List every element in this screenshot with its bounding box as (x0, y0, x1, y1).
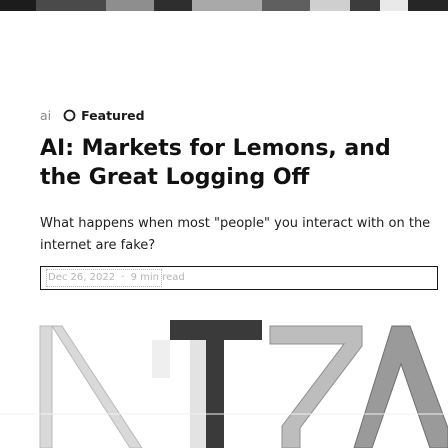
post-meta-frame: Dec 26, 2022 · 9 min read (40, 266, 438, 290)
featured-label: Featured (81, 108, 145, 123)
cover-image-art (0, 0, 448, 14)
post-subtitle: What happens when most "people" you inte… (40, 216, 431, 253)
cover-image-strip (0, 0, 448, 14)
post-tags: ai Featured (40, 108, 145, 123)
featured-badge: Featured (63, 108, 145, 123)
post-date: Dec 26, 2022 (48, 272, 116, 283)
hero-illustration (0, 318, 448, 448)
read-time: 9 min read (130, 272, 185, 283)
post-meta: Dec 26, 2022 · 9 min read (46, 269, 185, 287)
star-outline-icon (63, 109, 76, 122)
hero-illustration-art (0, 318, 448, 448)
post-title[interactable]: AI: Markets for Lemons, and the Great Lo… (40, 134, 430, 192)
tag-link[interactable]: ai (40, 108, 51, 123)
meta-separator: · (121, 272, 125, 283)
